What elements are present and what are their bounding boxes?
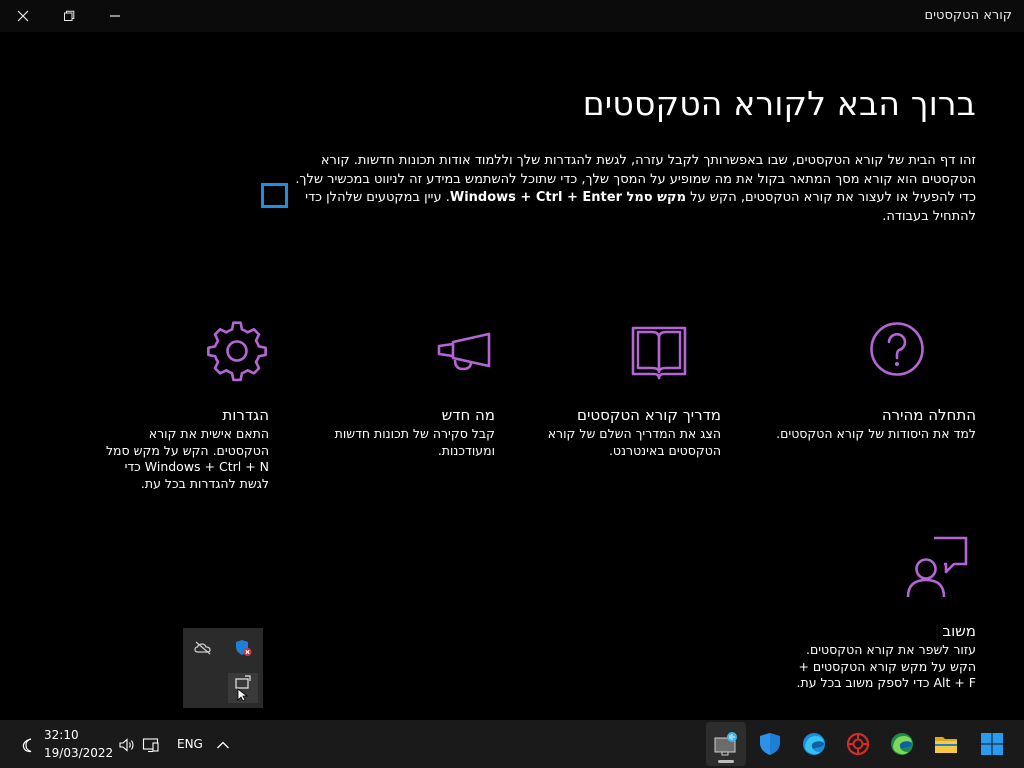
tray-overflow-flyout bbox=[183, 628, 263, 708]
page-title: ברוך הבא לקורא הטקסטים bbox=[582, 84, 976, 123]
taskbar-clock-time[interactable]: 32:10 bbox=[44, 728, 79, 742]
shield-icon bbox=[760, 733, 780, 755]
card-title-quickstart: התחלה מהירה bbox=[881, 406, 976, 424]
active-app-indicator bbox=[718, 760, 734, 763]
restore-button[interactable] bbox=[46, 0, 92, 32]
card-title-whats-new: מה חדש bbox=[441, 406, 495, 424]
card-settings[interactable]: הגדרות התאם אישית את קורא הטקסטים. הקש ע… bbox=[99, 320, 269, 491]
input-language-indicator[interactable]: ENG bbox=[177, 737, 203, 751]
narrator-focus-rectangle bbox=[261, 183, 288, 208]
card-title-feedback: משוב bbox=[942, 622, 976, 640]
windows-logo-icon bbox=[981, 733, 1003, 755]
night-light-icon[interactable] bbox=[18, 734, 40, 756]
window-title: קורא הטקסטים bbox=[924, 8, 1012, 23]
security-warning-icon[interactable] bbox=[228, 633, 258, 663]
book-icon bbox=[631, 326, 687, 380]
card-guide[interactable]: מדריך קורא הטקסטים הצג את המדריך השלם של… bbox=[521, 320, 721, 458]
card-desc-quickstart: למד את היסודות של קורא הטקסטים. bbox=[776, 426, 976, 441]
taskbar-app-windows-security[interactable] bbox=[750, 722, 790, 766]
taskbar-app-file-explorer[interactable] bbox=[926, 722, 966, 766]
card-quickstart[interactable]: התחלה מהירה למד את היסודות של קורא הטקסט… bbox=[776, 320, 976, 441]
title-bar: קורא הטקסטים bbox=[0, 0, 1024, 32]
edge-icon bbox=[803, 733, 825, 755]
close-button[interactable] bbox=[0, 0, 46, 32]
question-circle-icon bbox=[870, 322, 924, 376]
minimize-button[interactable] bbox=[92, 0, 138, 32]
card-title-settings: הגדרות bbox=[222, 406, 269, 424]
intro-text: זהו דף הבית של קורא הטקסטים, שבו באפשרות… bbox=[276, 152, 976, 226]
card-desc-guide: הצג את המדריך השלם של קורא הטקסטים באינט… bbox=[547, 426, 721, 458]
red-app-icon bbox=[846, 732, 870, 756]
folder-icon bbox=[935, 737, 957, 753]
megaphone-icon bbox=[437, 332, 491, 371]
taskbar-app-edge[interactable] bbox=[794, 722, 834, 766]
volume-icon[interactable] bbox=[116, 734, 138, 756]
taskbar-app-red-circle[interactable] bbox=[838, 722, 878, 766]
narrator-tray-icon[interactable] bbox=[228, 673, 258, 703]
card-title-guide: מדריך קורא הטקסטים bbox=[577, 406, 721, 424]
gear-icon bbox=[207, 321, 267, 382]
narrator-icon bbox=[714, 732, 737, 756]
taskbar-app-edge-dev[interactable] bbox=[882, 722, 922, 766]
card-desc-settings: התאם אישית את קורא הטקסטים. הקש על מקש ס… bbox=[105, 426, 269, 491]
onedrive-icon[interactable] bbox=[188, 633, 218, 663]
edge-dev-icon bbox=[891, 733, 913, 755]
start-button[interactable] bbox=[972, 722, 1012, 766]
minimize-icon bbox=[110, 15, 120, 17]
taskbar-clock-date[interactable]: 19/03/2022 bbox=[44, 746, 113, 760]
card-whats-new[interactable]: מה חדש קבל סקירה של תכונות חדשות ומעודכנ… bbox=[315, 320, 495, 458]
shortcut-text: מקש סמל Windows + Ctrl + Enter bbox=[449, 190, 686, 206]
card-feedback[interactable]: משוב עזור לשפר את קורא הטקסטים. הקש על מ… bbox=[796, 536, 976, 696]
show-hidden-icons-chevron-up-icon[interactable] bbox=[212, 734, 234, 756]
close-icon bbox=[17, 10, 29, 22]
taskbar-app-narrator[interactable] bbox=[706, 722, 746, 766]
restore-icon bbox=[64, 10, 75, 21]
card-desc-feedback: עזור לשפר את קורא הטקסטים. הקש על מקש קו… bbox=[796, 642, 976, 691]
network-icon[interactable] bbox=[140, 734, 162, 756]
card-desc-whats-new: קבל סקירה של תכונות חדשות ומעודכנות. bbox=[334, 426, 495, 458]
feedback-person-icon bbox=[906, 536, 968, 598]
